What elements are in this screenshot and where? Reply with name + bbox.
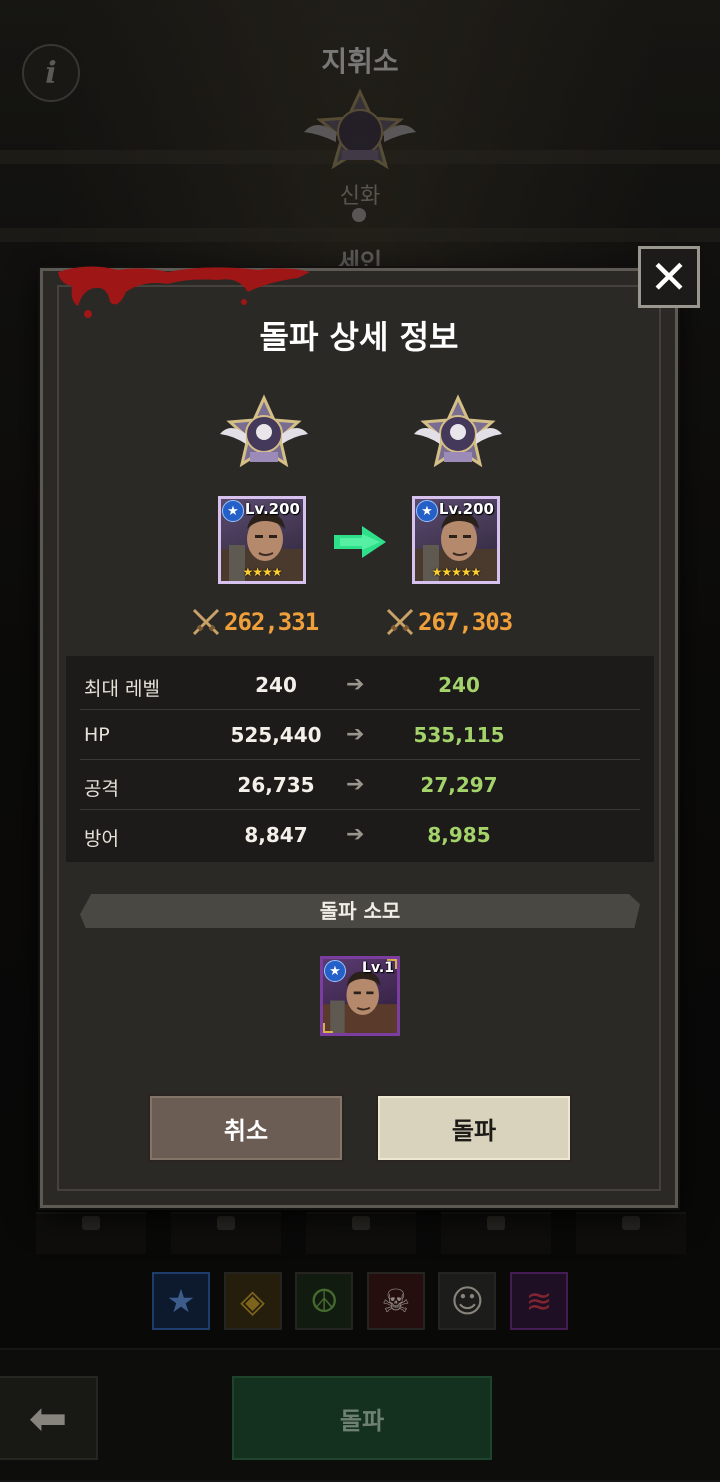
consume-title: 돌파 소모 [319, 899, 401, 923]
close-button[interactable]: ✕ [638, 246, 700, 308]
hero-level: Lv.200 [244, 500, 300, 518]
stat-next: 535,115 [413, 723, 505, 747]
breakthrough-confirm-button[interactable]: 돌파 [376, 1094, 572, 1162]
stat-next: 8,985 [427, 823, 491, 847]
star-class-icon: ★ [324, 960, 346, 982]
hero-level: Lv.200 [438, 500, 494, 518]
mythic-emblem-icon [220, 394, 308, 468]
stat-row-attack: 공격 26,735 ➔ 27,297 [66, 760, 654, 810]
stat-current: 240 [255, 673, 297, 697]
stat-label: 방어 [84, 828, 119, 850]
stats-table: 최대 레벨 240 ➔ 240 HP 525,440 ➔ 535,115 공격 … [66, 656, 654, 862]
stat-row-hp: HP 525,440 ➔ 535,115 [66, 710, 654, 760]
power-value: 267,303 [418, 608, 513, 636]
stat-current: 8,847 [244, 823, 308, 847]
card-corner [323, 1023, 333, 1033]
consume-hero-card[interactable]: ★ Lv.1 [320, 956, 400, 1036]
mythic-emblem-icon [414, 394, 502, 468]
crossed-swords-icon [386, 608, 414, 636]
hero-card-after: ★ Lv.200 ★★★★★ [412, 496, 500, 584]
arrow-right-icon: ➔ [346, 822, 365, 847]
star-class-icon: ★ [416, 500, 438, 522]
hero-card-before: ★ Lv.200 ★★★★ [218, 496, 306, 584]
stat-label: HP [84, 724, 110, 746]
power-before: 262,331 [190, 606, 319, 638]
arrow-right-icon: ➔ [346, 772, 365, 797]
hero-stars: ★★★★ [242, 565, 282, 579]
power-value: 262,331 [224, 608, 319, 636]
stat-row-max-level: 최대 레벨 240 ➔ 240 [66, 660, 654, 710]
arrow-right-icon: ➔ [346, 722, 365, 747]
stat-next: 240 [438, 673, 480, 697]
stat-label: 최대 레벨 [84, 678, 160, 700]
arrow-right-icon [334, 526, 386, 558]
hero-level: Lv.1 [362, 960, 394, 976]
stat-next: 27,297 [420, 773, 498, 797]
crossed-swords-icon [192, 608, 220, 636]
power-after: 267,303 [384, 606, 513, 638]
stat-row-defense: 방어 8,847 ➔ 8,985 [66, 810, 654, 860]
stat-current: 525,440 [230, 723, 322, 747]
hero-stars: ★★★★★ [431, 565, 482, 579]
star-class-icon: ★ [222, 500, 244, 522]
stat-label: 공격 [84, 778, 119, 800]
cancel-button[interactable]: 취소 [148, 1094, 344, 1162]
dialog-title: 돌파 상세 정보 [259, 318, 459, 356]
stat-current: 26,735 [237, 773, 315, 797]
arrow-right-icon: ➔ [346, 672, 365, 697]
